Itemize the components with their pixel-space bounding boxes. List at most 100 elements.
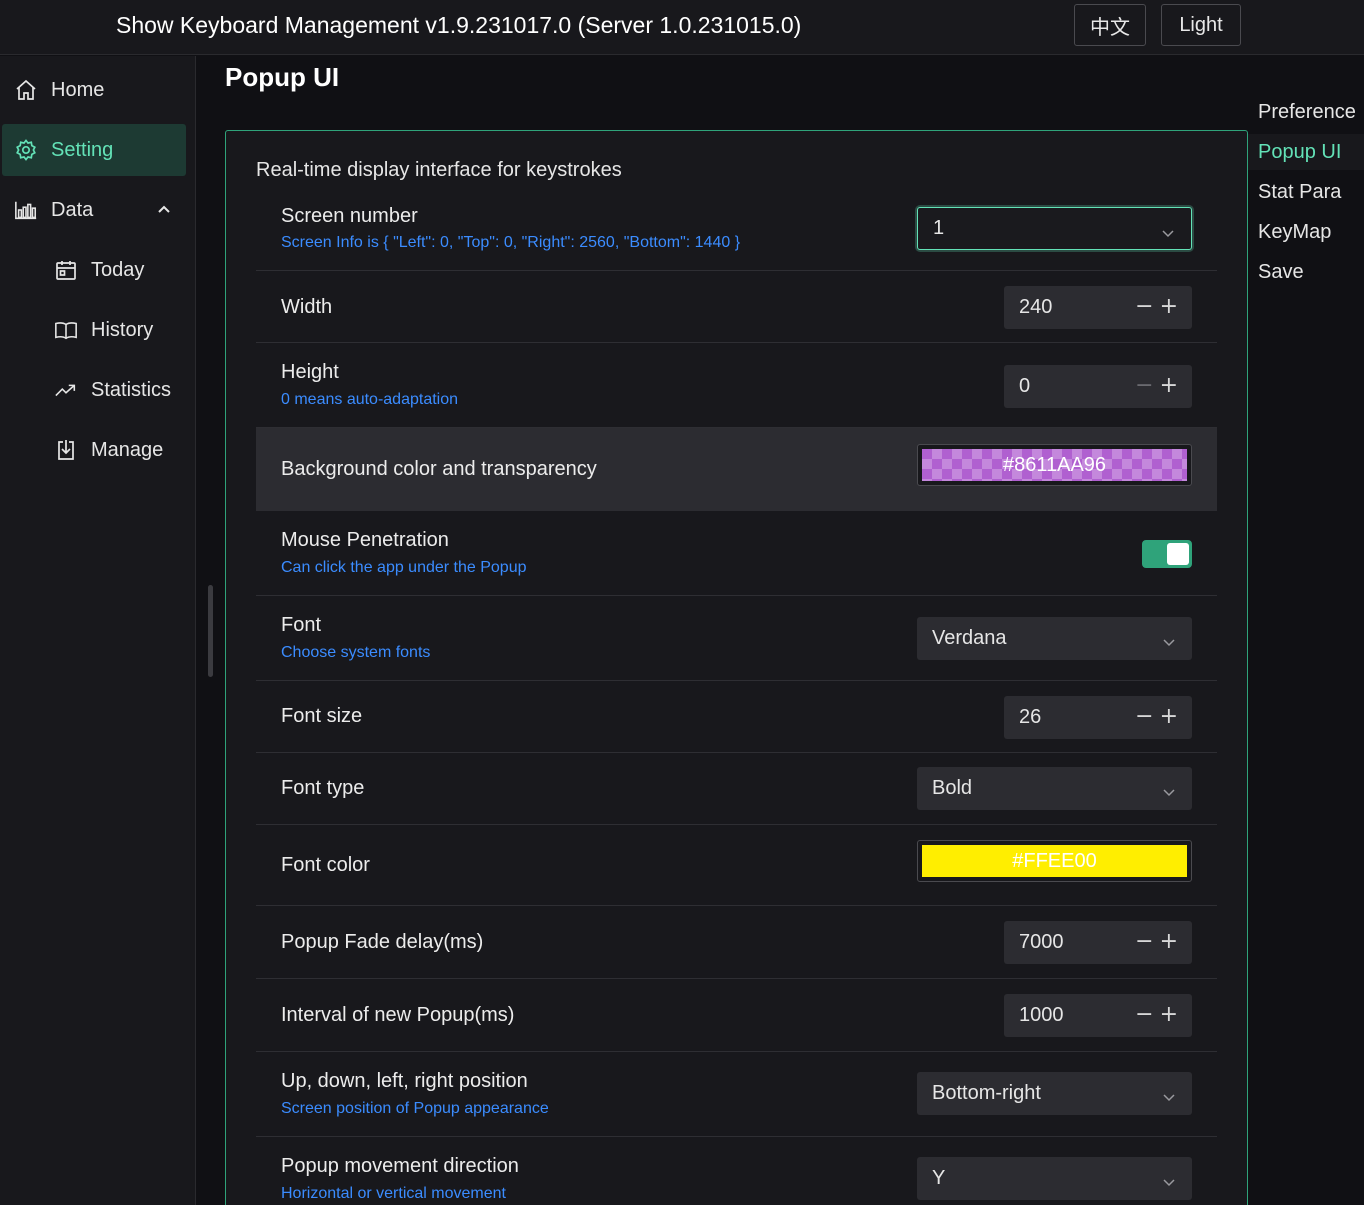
font-color-swatch: #FFEE00 [922,845,1187,877]
background-color-label: Background color and transparency [281,458,597,480]
interval-value: 1000 [1019,1004,1064,1026]
height-input[interactable]: 0 − + [1004,365,1192,408]
sidebar-item-label: Today [91,258,145,281]
font-size-input[interactable]: 26 − + [1004,696,1192,739]
direction-label: Popup movement direction [281,1155,519,1177]
font-type-row: Font type Bold [256,753,1217,825]
chevron-up-icon [156,200,172,223]
fade-delay-label: Popup Fade delay(ms) [281,931,484,953]
anchor-stat-para[interactable]: Stat Para [1248,174,1364,210]
sidebar-item-manage[interactable]: Manage [2,424,186,476]
theme-toggle-button[interactable]: Light [1161,4,1241,46]
font-row: Font Choose system fonts Verdana [256,596,1217,681]
screen-number-label: Screen number [281,205,418,227]
font-size-label: Font size [281,705,363,727]
anchor-popup-ui[interactable]: Popup UI [1248,134,1364,170]
minus-icon[interactable]: − [1135,374,1153,398]
sidebar-item-today[interactable]: Today [2,244,186,296]
panel-description: Real-time display interface for keystrok… [256,159,622,181]
plus-icon[interactable]: + [1160,295,1178,319]
toggle-knob [1167,543,1189,565]
direction-value: Y [932,1167,946,1189]
sidebar: Home Setting Data Today History Statisti… [0,56,196,1205]
sidebar-item-label: History [91,318,154,341]
mouse-penetration-hint: Can click the app under the Popup [281,559,527,576]
sidebar-item-setting[interactable]: Setting [2,124,186,176]
height-row: Height 0 means auto-adaptation 0 − + [256,343,1217,428]
font-hint: Choose system fonts [281,644,431,661]
gear-icon [14,138,38,162]
home-icon [14,78,38,102]
plus-icon[interactable]: + [1160,374,1178,398]
download-icon [54,438,78,462]
screen-number-select[interactable]: 1 [917,207,1192,250]
app-header: Show Keyboard Management v1.9.231017.0 (… [0,0,1364,55]
background-color-row: Background color and transparency #8611A… [256,428,1217,511]
width-row: Width 240 − + [256,271,1217,343]
position-select[interactable]: Bottom-right [917,1072,1192,1115]
sidebar-item-label: Statistics [91,378,172,401]
width-label: Width [281,296,333,318]
interval-row: Interval of new Popup(ms) 1000 − + [256,979,1217,1052]
anchor-save[interactable]: Save [1248,254,1364,290]
plus-icon[interactable]: + [1160,705,1178,729]
bar-chart-icon [14,198,38,222]
width-input[interactable]: 240 − + [1004,286,1192,329]
font-size-value: 26 [1019,706,1042,728]
font-value: Verdana [932,627,1007,649]
mouse-penetration-row: Mouse Penetration Can click the app unde… [256,511,1217,596]
chevron-down-icon [1162,1087,1176,1110]
book-icon [54,318,78,342]
sidebar-item-history[interactable]: History [2,304,186,356]
sidebar-item-statistics[interactable]: Statistics [2,364,186,416]
position-value: Bottom-right [932,1082,1041,1104]
font-type-label: Font type [281,777,365,799]
chevron-down-icon [1162,1172,1176,1195]
sidebar-item-data[interactable]: Data [2,184,186,236]
anchor-keymap[interactable]: KeyMap [1248,214,1364,250]
minus-icon[interactable]: − [1135,1003,1153,1027]
minus-icon[interactable]: − [1135,705,1153,729]
direction-hint: Horizontal or vertical movement [281,1185,506,1202]
minus-icon[interactable]: − [1135,930,1153,954]
interval-input[interactable]: 1000 − + [1004,994,1192,1037]
sidebar-item-label: Manage [91,438,164,461]
plus-icon[interactable]: + [1160,930,1178,954]
font-color-row: Font color #FFEE00 [256,825,1217,906]
height-hint: 0 means auto-adaptation [281,391,459,408]
sidebar-scrollbar[interactable] [208,585,213,677]
app-title: Show Keyboard Management v1.9.231017.0 (… [116,12,802,38]
screen-number-hint: Screen Info is { "Left": 0, "Top": 0, "R… [281,234,741,251]
font-select[interactable]: Verdana [917,617,1192,660]
background-color-picker[interactable]: #8611AA96 [917,444,1192,486]
calendar-icon [54,258,78,282]
font-type-select[interactable]: Bold [917,767,1192,810]
height-value: 0 [1019,375,1031,397]
font-size-row: Font size 26 − + [256,681,1217,753]
background-color-swatch: #8611AA96 [922,449,1187,481]
plus-icon[interactable]: + [1160,1003,1178,1027]
font-color-label: Font color [281,854,370,876]
page-title: Popup UI [225,62,340,92]
screen-number-row: Screen number Screen Info is { "Left": 0… [256,193,1217,271]
mouse-penetration-toggle[interactable] [1142,540,1192,568]
sidebar-item-label: Setting [51,138,114,161]
height-label: Height [281,361,339,383]
font-color-picker[interactable]: #FFEE00 [917,840,1192,882]
interval-label: Interval of new Popup(ms) [281,1004,515,1026]
chevron-down-icon [1162,782,1176,805]
anchor-preference[interactable]: Preference [1248,94,1364,130]
position-hint: Screen position of Popup appearance [281,1100,549,1117]
fade-delay-row: Popup Fade delay(ms) 7000 − + [256,906,1217,979]
mouse-penetration-label: Mouse Penetration [281,529,449,551]
font-label: Font [281,614,322,636]
font-type-value: Bold [932,777,973,799]
direction-row: Popup movement direction Horizontal or v… [256,1137,1217,1205]
position-label: Up, down, left, right position [281,1070,528,1092]
direction-select[interactable]: Y [917,1157,1192,1200]
fade-delay-input[interactable]: 7000 − + [1004,921,1192,964]
sidebar-item-home[interactable]: Home [2,64,186,116]
trend-icon [54,378,78,402]
minus-icon[interactable]: − [1135,295,1153,319]
language-button[interactable]: 中文 [1074,4,1146,46]
